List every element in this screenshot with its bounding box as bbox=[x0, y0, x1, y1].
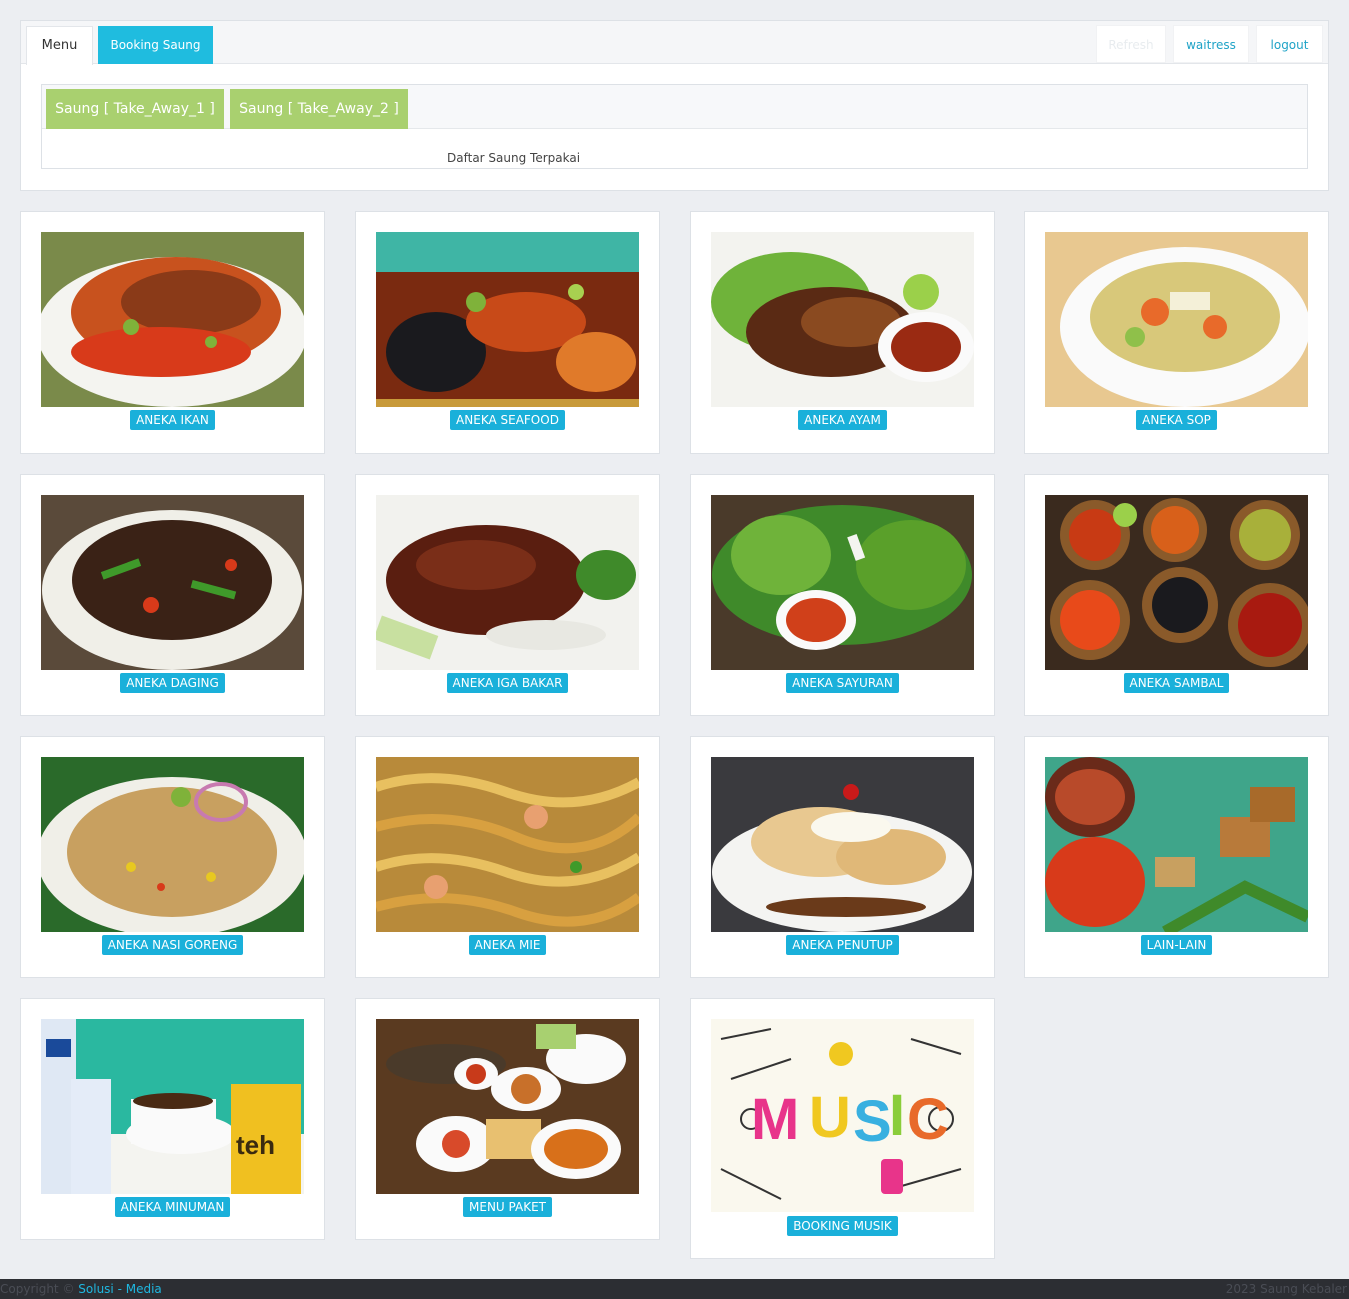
category-label: ANEKA IKAN bbox=[130, 410, 215, 430]
category-card-minuman[interactable]: teh ANEKA MINUMAN bbox=[20, 998, 325, 1240]
category-label: ANEKA SAMBAL bbox=[1123, 673, 1230, 693]
svg-text:S: S bbox=[853, 1089, 892, 1154]
saung-box: Saung [ Take_Away_1 ] Saung [ Take_Away_… bbox=[41, 84, 1308, 169]
top-panel: Menu Booking Saung Refresh waitress logo… bbox=[20, 20, 1329, 191]
grilled-chicken-photo bbox=[711, 232, 974, 407]
tab-waitress[interactable]: waitress bbox=[1173, 25, 1249, 63]
category-card-lain-lain[interactable]: LAIN-LAIN bbox=[1024, 736, 1329, 978]
category-card-sayuran[interactable]: ANEKA SAYURAN bbox=[690, 474, 995, 716]
tab-refresh[interactable]: Refresh bbox=[1096, 25, 1166, 63]
svg-text:C: C bbox=[907, 1087, 949, 1152]
tab-booking-saung[interactable]: Booking Saung bbox=[98, 26, 213, 64]
footer-copyright: Copyright © Solusi - Media bbox=[0, 1279, 162, 1299]
category-card-ayam[interactable]: ANEKA AYAM bbox=[690, 211, 995, 454]
footer: Copyright © Solusi - Media 2023 Saung Ke… bbox=[0, 1279, 1349, 1299]
svg-text:U: U bbox=[809, 1085, 851, 1150]
tab-menu[interactable]: Menu bbox=[26, 26, 93, 65]
saung-caption: Daftar Saung Terpakai bbox=[447, 151, 581, 165]
vegetables-photo bbox=[711, 495, 974, 670]
copyright-text: Copyright © bbox=[0, 1282, 75, 1296]
category-label: MENU PAKET bbox=[463, 1197, 552, 1217]
beef-stirfry-photo bbox=[41, 495, 304, 670]
logout-link[interactable]: logout bbox=[1256, 25, 1323, 63]
category-card-penutup[interactable]: ANEKA PENUTUP bbox=[690, 736, 995, 978]
dessert-photo bbox=[711, 757, 974, 932]
music-doodle-photo: M U S I C bbox=[711, 1019, 974, 1212]
svg-text:I: I bbox=[889, 1083, 905, 1148]
category-label: ANEKA NASI GORENG bbox=[101, 935, 244, 955]
sambal-bowls-photo bbox=[1045, 495, 1308, 670]
footer-brand-link[interactable]: Solusi - Media bbox=[78, 1282, 161, 1296]
saung-take-away-1-button[interactable]: Saung [ Take_Away_1 ] bbox=[46, 89, 224, 129]
category-card-daging[interactable]: ANEKA DAGING bbox=[20, 474, 325, 716]
category-label: BOOKING MUSIK bbox=[787, 1216, 898, 1236]
category-label: ANEKA IGA BAKAR bbox=[446, 673, 569, 693]
category-card-seafood[interactable]: ANEKA SEAFOOD bbox=[355, 211, 660, 454]
category-label: ANEKA AYAM bbox=[798, 410, 887, 430]
soup-photo bbox=[1045, 232, 1308, 407]
category-card-mie[interactable]: ANEKA MIE bbox=[355, 736, 660, 978]
category-label: ANEKA SAYURAN bbox=[786, 673, 899, 693]
saung-take-away-2-button[interactable]: Saung [ Take_Away_2 ] bbox=[230, 89, 408, 129]
category-card-booking-musik[interactable]: M U S I C BOOKING MUSIK bbox=[690, 998, 995, 1259]
svg-text:M: M bbox=[751, 1087, 799, 1152]
category-card-sambal[interactable]: ANEKA SAMBAL bbox=[1024, 474, 1329, 716]
tofu-tempe-photo bbox=[1045, 757, 1308, 932]
svg-text:teh: teh bbox=[236, 1130, 275, 1160]
category-label: ANEKA SEAFOOD bbox=[450, 410, 565, 430]
package-meal-photo bbox=[376, 1019, 639, 1194]
category-card-sop[interactable]: ANEKA SOP bbox=[1024, 211, 1329, 454]
category-label: ANEKA PENUTUP bbox=[786, 935, 899, 955]
saung-header: Saung [ Take_Away_1 ] Saung [ Take_Away_… bbox=[42, 85, 1307, 129]
tab-bar: Menu Booking Saung Refresh waitress logo… bbox=[21, 21, 1328, 65]
category-label: ANEKA DAGING bbox=[120, 673, 225, 693]
seafood-photo bbox=[376, 232, 639, 407]
category-card-menu-paket[interactable]: MENU PAKET bbox=[355, 998, 660, 1240]
fried-rice-photo bbox=[41, 757, 304, 932]
category-label: LAIN-LAIN bbox=[1140, 935, 1213, 955]
footer-right-text: 2023 Saung Kebaler bbox=[1225, 1282, 1347, 1296]
grilled-ribs-photo bbox=[376, 495, 639, 670]
fried-fish-photo bbox=[41, 232, 304, 407]
category-label: ANEKA MINUMAN bbox=[114, 1197, 231, 1217]
noodles-photo bbox=[376, 757, 639, 932]
category-label: ANEKA SOP bbox=[1136, 410, 1217, 430]
category-card-iga[interactable]: ANEKA IGA BAKAR bbox=[355, 474, 660, 716]
category-label: ANEKA MIE bbox=[468, 935, 547, 955]
drinks-photo: teh bbox=[41, 1019, 304, 1194]
category-card-ikan[interactable]: ANEKA IKAN bbox=[20, 211, 325, 454]
category-card-nasi-goreng[interactable]: ANEKA NASI GORENG bbox=[20, 736, 325, 978]
